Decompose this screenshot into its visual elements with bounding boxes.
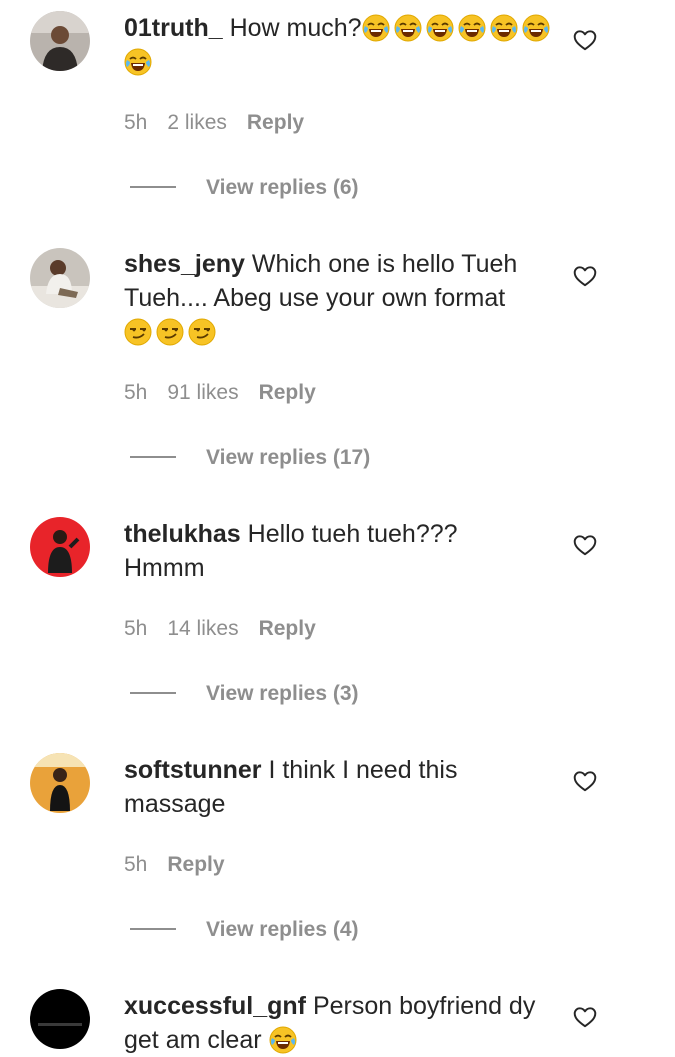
like-heart-icon[interactable] xyxy=(572,1004,598,1030)
comment-body: How much? xyxy=(229,14,362,42)
reply-button[interactable]: Reply xyxy=(259,617,316,640)
joy-emoji-icon xyxy=(522,14,550,42)
view-replies-button[interactable]: View replies (4) xyxy=(130,916,359,944)
divider-line xyxy=(130,692,176,695)
comment-line: xuccessful_gnf Person boyfriend dy xyxy=(124,989,554,1023)
comment-body-continued: Tueh.... Abeg use your own format xyxy=(124,284,506,312)
smirk-emoji-icon xyxy=(188,318,216,346)
comment-username[interactable]: shes_jeny xyxy=(124,250,245,278)
like-heart-icon[interactable] xyxy=(572,263,598,289)
comment-time: 5h xyxy=(124,111,148,134)
avatar[interactable] xyxy=(30,753,90,813)
comment-text: thelukhas Hello tueh tueh??? Hmmm xyxy=(124,517,554,585)
comment-likes[interactable]: 91 likes xyxy=(167,381,238,404)
avatar[interactable] xyxy=(30,11,90,71)
divider-line xyxy=(130,456,176,459)
comment-line: thelukhas Hello tueh tueh??? xyxy=(124,517,554,551)
comment-body: Hello tueh tueh??? xyxy=(247,520,458,548)
emoji-row xyxy=(124,315,554,349)
comment-username[interactable]: thelukhas xyxy=(124,520,241,548)
comment-line: softstunner I think I need this xyxy=(124,753,554,787)
joy-emoji-icon xyxy=(124,48,152,76)
comment-time: 5h xyxy=(124,853,148,876)
comment-meta: 5h Reply xyxy=(124,851,245,879)
like-heart-icon[interactable] xyxy=(572,27,598,53)
comment-time: 5h xyxy=(124,617,148,640)
view-replies-label: View replies (3) xyxy=(206,682,359,705)
view-replies-label: View replies (17) xyxy=(206,446,371,469)
comment-username[interactable]: xuccessful_gnf xyxy=(124,992,306,1020)
comment-text: shes_jeny Which one is hello Tueh Tueh..… xyxy=(124,247,554,349)
comment-body-continued: massage xyxy=(124,790,226,818)
comment-body-continued: Hmmm xyxy=(124,554,205,582)
comment-body-continued: get am clear xyxy=(124,1026,262,1054)
joy-emoji-icon xyxy=(269,1026,297,1054)
comment-body: I think I need this xyxy=(268,756,458,784)
comment-meta: 5h 2 likes Reply xyxy=(124,109,324,137)
view-replies-button[interactable]: View replies (3) xyxy=(130,680,359,708)
comment-username[interactable]: softstunner xyxy=(124,756,262,784)
avatar[interactable] xyxy=(30,517,90,577)
reply-button[interactable]: Reply xyxy=(259,381,316,404)
joy-emoji-icon xyxy=(458,14,486,42)
joy-emoji-icon xyxy=(362,14,390,42)
like-heart-icon[interactable] xyxy=(572,768,598,794)
view-replies-label: View replies (4) xyxy=(206,918,359,941)
comment-username[interactable]: 01truth_ xyxy=(124,14,223,42)
like-heart-icon[interactable] xyxy=(572,532,598,558)
comment-likes[interactable]: 2 likes xyxy=(167,111,227,134)
view-replies-button[interactable]: View replies (17) xyxy=(130,444,370,472)
comment-line: shes_jeny Which one is hello Tueh xyxy=(124,247,554,281)
comment-time: 5h xyxy=(124,381,148,404)
comment-text: xuccessful_gnf Person boyfriend dy get a… xyxy=(124,989,554,1057)
comment-meta: 5h 91 likes Reply xyxy=(124,379,336,407)
divider-line xyxy=(130,186,176,189)
divider-line xyxy=(130,928,176,931)
avatar[interactable] xyxy=(30,248,90,308)
comment-likes[interactable]: 14 likes xyxy=(167,617,238,640)
joy-emoji-icon xyxy=(490,14,518,42)
joy-emoji-icon xyxy=(394,14,422,42)
reply-button[interactable]: Reply xyxy=(167,853,224,876)
avatar[interactable] xyxy=(30,989,90,1049)
comment-text: 01truth_ How much? xyxy=(124,11,554,79)
view-replies-button[interactable]: View replies (6) xyxy=(130,174,359,202)
reply-button[interactable]: Reply xyxy=(247,111,304,134)
comment-meta: 5h 14 likes Reply xyxy=(124,615,336,643)
comment-body: Person boyfriend dy xyxy=(312,992,536,1020)
joy-emoji-icon xyxy=(426,14,454,42)
comment-text: softstunner I think I need this massage xyxy=(124,753,554,821)
comment-body-continued-line: get am clear xyxy=(124,1023,554,1057)
smirk-emoji-icon xyxy=(124,318,152,346)
comment-body: Which one is hello Tueh xyxy=(251,250,518,278)
smirk-emoji-icon xyxy=(156,318,184,346)
view-replies-label: View replies (6) xyxy=(206,176,359,199)
